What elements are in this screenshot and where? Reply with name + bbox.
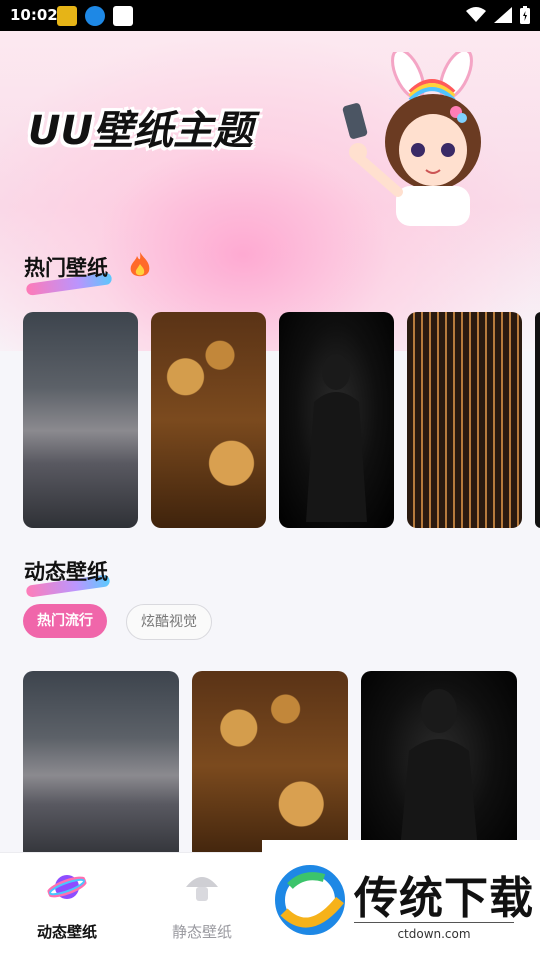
nav-item-static[interactable]: 静态壁纸 — [152, 861, 252, 942]
wallpaper-thumbnail[interactable] — [151, 312, 266, 528]
anime-girl-mascot-icon — [342, 52, 481, 226]
planet-icon — [46, 875, 88, 899]
app-title: UU壁纸主题 — [28, 108, 253, 154]
wallpaper-card[interactable] — [192, 671, 348, 861]
watermark-url: ctdown.com — [354, 922, 514, 941]
nav-item-dynamic[interactable]: 动态壁纸 — [17, 861, 117, 942]
hot-wallpaper-row[interactable] — [23, 312, 540, 528]
wallpaper-thumbnail[interactable] — [407, 312, 522, 528]
watermark-title: 传统下载 — [354, 873, 534, 924]
battery-icon — [520, 6, 530, 24]
download-icon — [85, 6, 105, 26]
wifi-icon — [466, 7, 486, 22]
status-bar: 10:02 — [0, 0, 540, 31]
watermark-logo-icon — [275, 865, 345, 935]
section-title-hot: 热门壁纸 — [24, 256, 108, 280]
silhouette-figure — [306, 354, 367, 522]
watermark-logo: 传统下载 ctdown.com — [262, 840, 540, 960]
dynamic-wallpaper-grid — [23, 671, 517, 861]
signal-icon — [494, 7, 512, 23]
silhouette-figure — [399, 689, 479, 861]
nav-label-static: 静态壁纸 — [171, 923, 232, 941]
mushroom-icon — [186, 877, 218, 901]
system-icons — [466, 6, 530, 24]
fire-icon — [130, 252, 150, 277]
tab-cool-visual[interactable]: 炫酷视觉 — [126, 604, 212, 640]
wallpaper-card[interactable] — [23, 671, 179, 861]
section-title-dynamic: 动态壁纸 — [24, 560, 108, 584]
app-notification-icon — [57, 6, 77, 26]
status-time: 10:02 — [10, 6, 58, 24]
tab-hot-trending[interactable]: 热门流行 — [23, 604, 107, 638]
nav-label-dynamic: 动态壁纸 — [36, 923, 97, 941]
wallpaper-thumbnail-partial[interactable] — [535, 312, 540, 528]
wallpaper-card[interactable] — [361, 671, 517, 861]
wallpaper-thumbnail[interactable] — [23, 312, 138, 528]
wallpaper-thumbnail[interactable] — [279, 312, 394, 528]
app-notification-icon — [113, 6, 133, 26]
